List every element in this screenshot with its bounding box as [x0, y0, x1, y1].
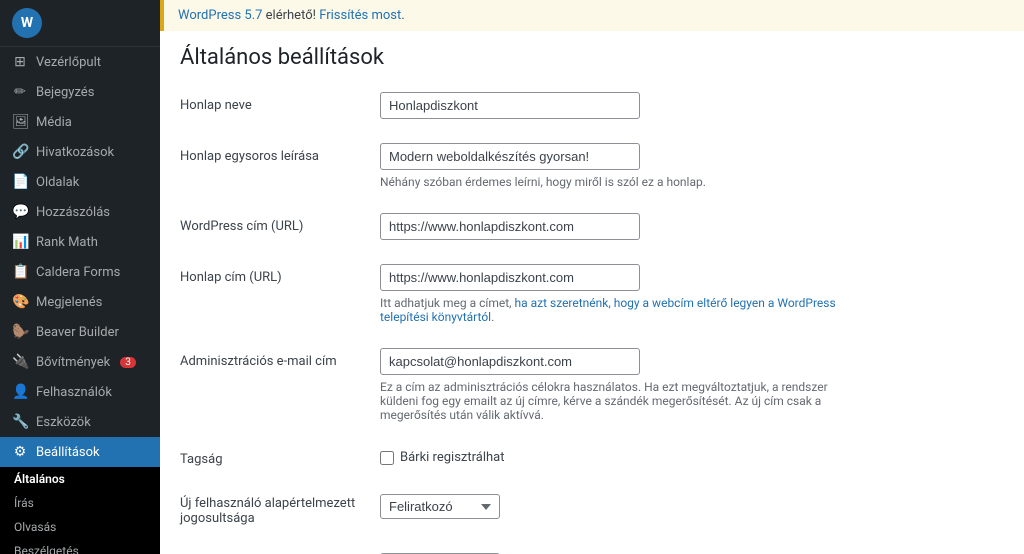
- settings-form: Honlap neve Honlap egysoros leírása Néhá…: [160, 80, 1024, 554]
- sidebar-item-megjelenes[interactable]: 🎨 Megjelenés: [0, 287, 160, 317]
- sidebar-item-media[interactable]: 🖼 Média: [0, 107, 160, 137]
- honlap-leiras-input[interactable]: [380, 143, 640, 170]
- admin-email-label: Adminisztrációs e-mail cím: [180, 354, 337, 369]
- links-icon: 🔗: [12, 144, 28, 160]
- tagsag-checkbox[interactable]: [380, 451, 394, 465]
- sidebar-item-bejegyzes[interactable]: ✏ Bejegyzés: [0, 77, 160, 107]
- plugins-icon: 🔌: [12, 354, 28, 370]
- sidebar-item-beaver-builder[interactable]: 🦫 Beaver Builder: [0, 317, 160, 347]
- honlap-leiras-description: Néhány szóban érdemes leírni, hogy miről…: [380, 175, 880, 189]
- tagsag-label: Tagság: [180, 452, 223, 467]
- wordpress-version-link[interactable]: WordPress 5.7: [178, 8, 262, 23]
- sidebar-sub-beszelgetes[interactable]: Beszélgetés: [0, 539, 160, 554]
- field-tagsag: Tagság Bárki regisztrálhat: [180, 434, 1004, 482]
- rank-math-icon: 📊: [12, 234, 28, 250]
- field-honlap-neve: Honlap neve: [180, 80, 1004, 131]
- new-user-role-label: Új felhasználó alapértelmezettjogosultsá…: [180, 496, 355, 526]
- sidebar-item-caldera-forms[interactable]: 📋 Caldera Forms: [0, 257, 160, 287]
- main-content: WordPress 5.7 elérhető! Frissítés most. …: [160, 0, 1024, 554]
- honlap-cim-label: Honlap cím (URL): [180, 270, 282, 285]
- field-honlap-leiras: Honlap egysoros leírása Néhány szóban ér…: [180, 131, 1004, 201]
- admin-email-input[interactable]: [380, 348, 640, 375]
- page-title: Általános beállítások: [180, 45, 1004, 70]
- tagsag-checkbox-label[interactable]: Bárki regisztrálhat: [400, 450, 504, 465]
- content-area: WordPress 5.7 elérhető! Frissítés most. …: [160, 0, 1024, 554]
- honlap-neve-label: Honlap neve: [180, 98, 252, 113]
- tools-icon: 🔧: [12, 414, 28, 430]
- update-now-link[interactable]: Frissítés most: [319, 8, 401, 23]
- sidebar-item-rank-math[interactable]: 📊 Rank Math: [0, 227, 160, 257]
- field-wp-cim: WordPress cím (URL): [180, 201, 1004, 252]
- field-honlap-cim: Honlap cím (URL) Itt adhatjuk meg a címe…: [180, 252, 1004, 336]
- sidebar-item-vezerlpult[interactable]: ⊞ Vezérlőpult: [0, 47, 160, 77]
- sidebar-item-hozzaszolas[interactable]: 💬 Hozzászólás: [0, 197, 160, 227]
- settings-icon: ⚙: [12, 444, 28, 460]
- sidebar-item-hivatkozasok[interactable]: 🔗 Hivatkozások: [0, 137, 160, 167]
- beaver-icon: 🦫: [12, 324, 28, 340]
- new-user-role-select[interactable]: Feliratkozó Közreműködő Szerző Szerkeszt…: [380, 494, 500, 519]
- sidebar-item-oldalak[interactable]: 📄 Oldalak: [0, 167, 160, 197]
- sidebar-sub-iras[interactable]: Írás: [0, 491, 160, 515]
- form-table: Honlap neve Honlap egysoros leírása Néhá…: [180, 80, 1004, 554]
- edit-icon: ✏: [12, 84, 28, 100]
- field-admin-email: Adminisztrációs e-mail cím Ez a cím az a…: [180, 336, 1004, 434]
- page-header: Általános beállítások: [160, 31, 1024, 80]
- caldera-icon: 📋: [12, 264, 28, 280]
- field-new-user-role: Új felhasználó alapértelmezettjogosultsá…: [180, 482, 1004, 541]
- sidebar-item-felhasznalok[interactable]: 👤 Felhasználók: [0, 377, 160, 407]
- sidebar: W ⊞ Vezérlőpult ✏ Bejegyzés 🖼 Média 🔗 Hi…: [0, 0, 160, 554]
- sidebar-sub-altalanos[interactable]: Általános: [0, 467, 160, 491]
- wp-cim-label: WordPress cím (URL): [180, 219, 303, 234]
- appearance-icon: 🎨: [12, 294, 28, 310]
- media-icon: 🖼: [12, 114, 28, 130]
- honlap-cim-description: Itt adhatjuk meg a címet, ha azt szeretn…: [380, 296, 880, 324]
- honlap-cim-input[interactable]: [380, 264, 640, 291]
- sidebar-submenu: Általános Írás Olvasás Beszélgetés Média…: [0, 467, 160, 554]
- wp-logo-icon: W: [12, 8, 42, 38]
- sidebar-item-bovitmenyek[interactable]: 🔌 Bővítmények 3: [0, 347, 160, 377]
- sidebar-item-eszkozok[interactable]: 🔧 Eszközök: [0, 407, 160, 437]
- honlap-neve-input[interactable]: [380, 92, 640, 119]
- update-notice: WordPress 5.7 elérhető! Frissítés most.: [160, 0, 1024, 31]
- plugins-badge: 3: [120, 357, 136, 368]
- pages-icon: 📄: [12, 174, 28, 190]
- tagsag-checkbox-row: Bárki regisztrálhat: [380, 446, 1004, 465]
- dashboard-icon: ⊞: [12, 54, 28, 70]
- comments-icon: 💬: [12, 204, 28, 220]
- sidebar-item-beallitasok[interactable]: ⚙ Beállítások: [0, 437, 160, 467]
- users-icon: 👤: [12, 384, 28, 400]
- field-language: A honlap nyelve 🌐 Magyar English Deutsch: [180, 541, 1004, 554]
- wp-cim-input[interactable]: [380, 213, 640, 240]
- honlap-leiras-label: Honlap egysoros leírása: [180, 149, 319, 164]
- sidebar-sub-olvasas[interactable]: Olvasás: [0, 515, 160, 539]
- admin-email-description: Ez a cím az adminisztrációs célokra hasz…: [380, 380, 860, 422]
- sidebar-logo: W: [0, 0, 160, 47]
